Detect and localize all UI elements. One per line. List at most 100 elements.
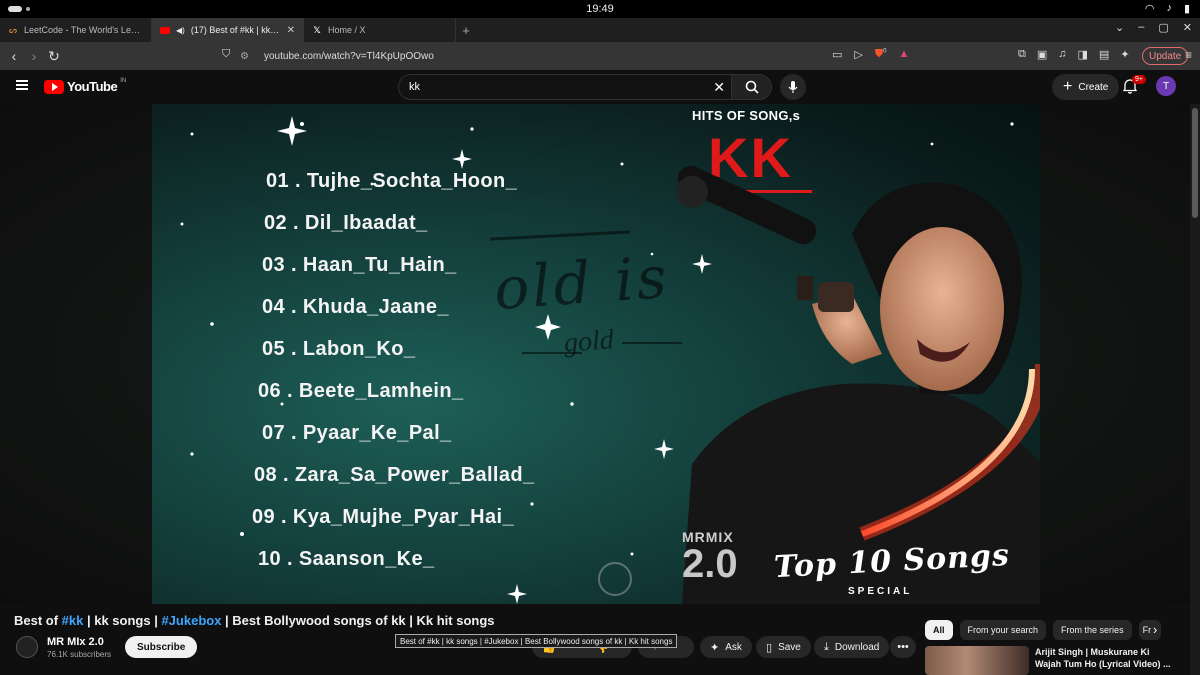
subscribe-button[interactable]: Subscribe xyxy=(125,636,198,658)
scrollbar-thumb[interactable] xyxy=(1192,108,1198,218)
video-player[interactable]: old is gold HITS OF SONG,s KK 01 . Tujhe… xyxy=(152,104,1040,604)
chip-from-your-search[interactable]: From your search xyxy=(959,620,1047,640)
song-item: 10 . Saanson_Ke_ xyxy=(258,548,435,570)
browser-menu-icon[interactable]: ≡ xyxy=(1185,48,1192,62)
more-actions-button[interactable]: ••• xyxy=(890,636,916,658)
video-details: Best of #kk | kk songs | #Jukebox | Best… xyxy=(0,604,1190,675)
x-icon: 𝕏 xyxy=(313,24,321,35)
clear-search-icon[interactable]: ✕ xyxy=(713,79,725,96)
bookmark-icon[interactable]: ⛉ xyxy=(222,48,230,61)
leo-ai-icon[interactable]: ✦ xyxy=(1120,48,1129,61)
song-item: 04 . Khuda_Jaane_ xyxy=(262,296,449,318)
voice-search-button[interactable] xyxy=(780,74,806,100)
media-icon[interactable]: ♫ xyxy=(1058,48,1066,61)
hashtag-link[interactable]: #Jukebox xyxy=(161,613,221,628)
search-input[interactable]: kk ✕ xyxy=(398,74,732,100)
tab-x[interactable]: 𝕏 Home / X xyxy=(304,18,456,42)
address-bar[interactable]: ⚙ youtube.com/watch?v=Tl4KpUpOOwo xyxy=(240,46,930,66)
browser-toolbar: ‹ › ↻ ⛉ ⚙ youtube.com/watch?v=Tl4KpUpOOw… xyxy=(0,42,1200,70)
screenshot-icon[interactable]: ▣ xyxy=(1037,48,1047,61)
speaker-icon[interactable]: ◀) xyxy=(176,26,185,35)
new-tab-button[interactable]: + xyxy=(456,18,476,42)
system-tray[interactable]: ◠ ♪ ▮ xyxy=(1145,2,1190,15)
system-clock[interactable]: 19:49 xyxy=(0,3,1200,15)
save-button[interactable]: ▯ Save xyxy=(756,636,811,658)
recommendation-title[interactable]: Arijit Singh | Muskurane Ki Wajah Tum Ho… xyxy=(1035,646,1175,670)
mrmix-brand: MRMIX 2.0 xyxy=(682,530,738,584)
save-label: Save xyxy=(778,641,801,653)
back-icon[interactable]: ‹ xyxy=(4,48,24,64)
download-icon: ⤓ xyxy=(824,640,829,653)
chevron-down-icon[interactable]: ⌄ xyxy=(1115,21,1124,34)
minimize-icon[interactable]: – xyxy=(1138,21,1144,34)
leetcode-icon: ᔕ xyxy=(8,24,18,35)
hits-of-songs-label: HITS OF SONG,s xyxy=(692,108,801,123)
song-item: 02 . Dil_Ibaadat_ xyxy=(264,212,428,234)
send-icon[interactable]: ▷ xyxy=(854,48,862,61)
youtube-icon xyxy=(160,25,170,35)
wallet-icon[interactable]: ▤ xyxy=(1099,48,1109,61)
title-tooltip: Best of #kk | kk songs | #Jukebox | Best… xyxy=(395,634,678,648)
ask-button[interactable]: ✦ Ask xyxy=(700,636,752,658)
tab-title: Home / X xyxy=(328,25,366,35)
sparkle-icon: ✦ xyxy=(710,641,720,654)
song-item: 08 . Zara_Sa_Power_Ballad_ xyxy=(254,464,535,486)
shield-count: 0 xyxy=(883,48,887,55)
create-label: Create xyxy=(1078,81,1109,93)
brave-shield-icon[interactable]: ⛊0 xyxy=(875,48,887,61)
tab-title: (17) Best of #kk | kk songs xyxy=(190,25,281,35)
channel-name[interactable]: MR MIx 2.0 xyxy=(47,636,104,648)
menu-icon[interactable] xyxy=(16,80,28,90)
forward-icon[interactable]: › xyxy=(24,48,44,64)
hashtag-link[interactable]: #kk xyxy=(62,613,84,628)
song-item: 07 . Pyaar_Ke_Pal_ xyxy=(262,422,452,444)
update-button[interactable]: Update xyxy=(1142,47,1189,65)
song-item: 09 . Kya_Mujhe_Pyar_Hai_ xyxy=(252,506,514,528)
overlay-rule xyxy=(522,352,582,354)
site-settings-icon[interactable]: ⚙ xyxy=(240,51,256,62)
reload-icon[interactable]: ↻ xyxy=(44,48,64,65)
bookmark-icon: ▯ xyxy=(766,641,773,654)
tab-title: LeetCode - The World's Leading P xyxy=(24,25,143,35)
tab-leetcode[interactable]: ᔕ LeetCode - The World's Leading P xyxy=(0,18,152,42)
close-tab-icon[interactable]: ✕ xyxy=(287,25,295,36)
extensions-icon[interactable]: ⧉ xyxy=(1018,48,1026,61)
cast-icon[interactable]: ▭ xyxy=(832,48,842,61)
tab-youtube[interactable]: ◀) (17) Best of #kk | kk songs ✕ xyxy=(152,18,304,42)
more-horizontal-icon: ••• xyxy=(897,641,909,653)
sidebar-icon[interactable]: ◨ xyxy=(1078,48,1088,61)
search-icon xyxy=(745,80,759,94)
create-button[interactable]: + Create xyxy=(1052,74,1120,100)
os-top-bar: 19:49 ◠ ♪ ▮ xyxy=(0,0,1200,18)
brave-rewards-icon[interactable]: ▲ xyxy=(898,48,909,61)
chip-all[interactable]: All xyxy=(925,620,953,640)
special-label: SPECIAL xyxy=(848,586,913,597)
ask-label: Ask xyxy=(725,641,742,653)
chip-from-the-series[interactable]: From the series xyxy=(1053,620,1132,640)
account-avatar[interactable]: T xyxy=(1156,76,1176,96)
close-window-icon[interactable]: ✕ xyxy=(1183,21,1192,34)
wifi-icon: ◠ xyxy=(1144,3,1155,15)
download-label: Download xyxy=(834,641,880,653)
logo-text: YouTube xyxy=(67,79,118,94)
volume-icon: ♪ xyxy=(1166,2,1172,14)
search-button[interactable] xyxy=(732,74,772,100)
page-scrollbar[interactable] xyxy=(1190,104,1200,675)
youtube-header: YouTube IN kk ✕ + Create 9+ T xyxy=(0,70,1200,104)
recommendation-thumbnail[interactable] xyxy=(925,646,1029,675)
search-value: kk xyxy=(409,81,420,93)
youtube-logo[interactable]: YouTube IN xyxy=(44,78,126,94)
chevron-right-icon[interactable]: › xyxy=(1153,622,1157,637)
plus-icon: + xyxy=(1063,78,1073,95)
download-button[interactable]: ⤓ Download xyxy=(814,636,890,658)
browser-tab-strip: ᔕ LeetCode - The World's Leading P ◀) (1… xyxy=(0,18,1200,42)
notifications-button[interactable]: 9+ xyxy=(1122,75,1146,97)
channel-watermark xyxy=(598,562,632,596)
maximize-icon[interactable]: ▢ xyxy=(1158,21,1168,34)
subscriber-count: 76.1K subscribers xyxy=(47,650,112,659)
title-part: Best of xyxy=(14,613,62,628)
song-item: 01 . Tujhe_Sochta_Hoon_ xyxy=(266,170,518,192)
song-item: 05 . Labon_Ko_ xyxy=(262,338,416,360)
channel-avatar[interactable] xyxy=(16,636,38,658)
gold-overlay: gold xyxy=(562,324,615,359)
